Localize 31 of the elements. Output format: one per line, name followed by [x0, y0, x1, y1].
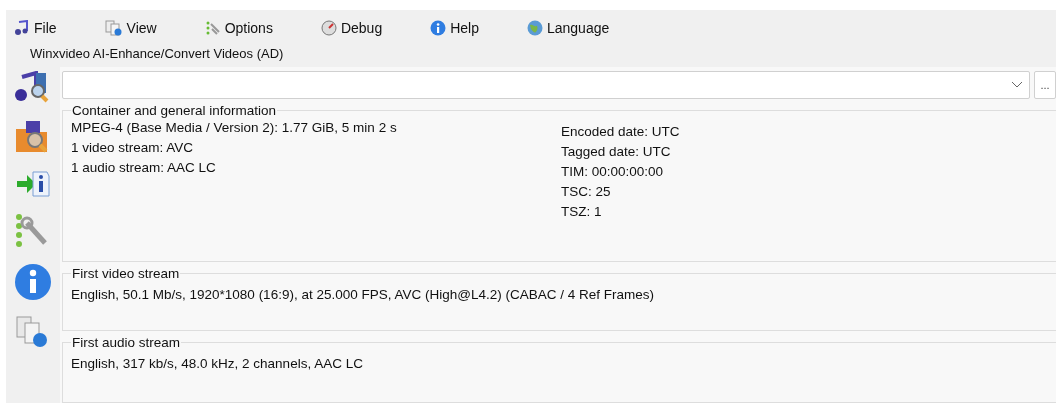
menu-item[interactable]: View — [100, 20, 161, 36]
info-text: Encoded date: UTC — [561, 123, 680, 142]
info-text: 1 audio stream: AAC LC — [71, 159, 217, 178]
info-text: English, 317 kb/s, 48.0 kHz, 2 channels, AAC LC — [71, 354, 363, 373]
info-text: TSZ: 1 — [561, 203, 603, 222]
info-text: TSC: 25 — [561, 183, 612, 202]
info-text: Tagged date: UTC — [561, 143, 672, 162]
menu-item[interactable]: Debug — [316, 20, 387, 36]
info-text: TIM: 00:00:00:00 — [561, 163, 665, 182]
file-combo-box[interactable] — [62, 71, 1030, 100]
globe-icon — [526, 20, 543, 36]
music-note-icon — [14, 20, 30, 36]
menu-item[interactable]: Options — [200, 20, 277, 36]
menu-item[interactable]: Language — [522, 20, 614, 36]
menu-item[interactable]: File — [10, 20, 61, 36]
info-icon — [430, 20, 447, 36]
browse-button[interactable]: ... — [1034, 71, 1056, 100]
info-text: 1 video stream: AVC — [71, 139, 195, 158]
documents-icon — [104, 20, 123, 36]
group-title: First audio stream — [71, 334, 182, 350]
info-text: English, 50.1 Mb/s, 1920*1080 (16:9), at 25.000 FPS, AVC (High@L4.2) (CABAC / 4 Ref Frames) — [71, 285, 654, 304]
info-text: MPEG-4 (Base Media / Version 2): 1.77 GiB, 5 min 2 s — [71, 119, 398, 138]
group-title: Container and general information — [71, 103, 278, 119]
info-icon — [14, 263, 52, 301]
menu-item[interactable]: Help — [426, 20, 483, 36]
gauge-icon — [320, 20, 337, 36]
list-icon — [204, 20, 221, 36]
arrow-info-icon — [15, 169, 51, 199]
chevron-down-icon — [1011, 81, 1023, 90]
window-title: Winxvideo AI-Enhance/Convert Videos (AD) — [29, 46, 285, 63]
group-title: First video stream — [71, 265, 181, 281]
